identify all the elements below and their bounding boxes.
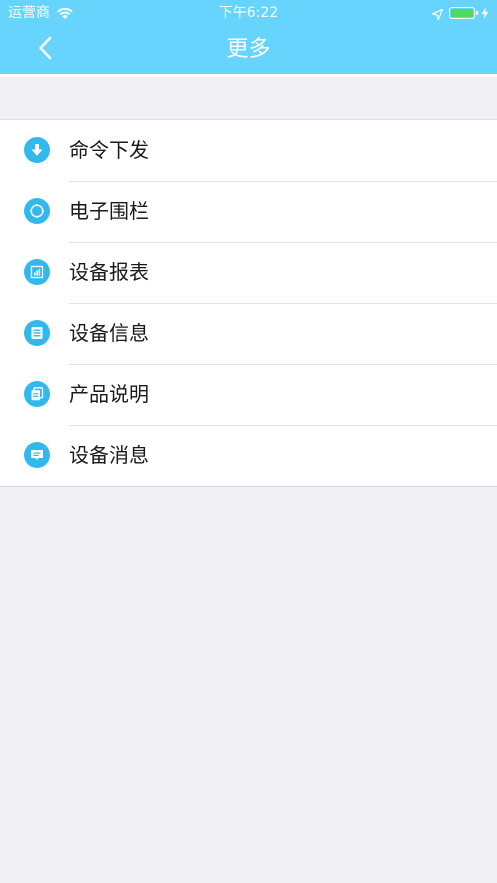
message-bubble-icon — [24, 442, 50, 468]
more-menu-list: 命令下发 电子围栏 设备报表 设备信息 产品说明 设备消息 — [0, 119, 497, 487]
status-time: 下午6:22 — [218, 5, 279, 21]
status-bar: 运营商 下午6:22 — [0, 0, 497, 26]
menu-item-geofence[interactable]: 电子围栏 — [0, 181, 497, 242]
menu-item-label: 设备消息 — [69, 443, 149, 467]
download-arrow-icon — [24, 137, 50, 163]
menu-item-product-manual[interactable]: 产品说明 — [0, 364, 497, 425]
menu-item-device-message[interactable]: 设备消息 — [0, 425, 497, 486]
menu-item-label: 电子围栏 — [69, 199, 149, 223]
menu-item-device-report[interactable]: 设备报表 — [0, 242, 497, 303]
menu-item-command[interactable]: 命令下发 — [0, 120, 497, 181]
menu-item-label: 设备报表 — [69, 260, 149, 284]
battery-level-fill — [451, 9, 473, 17]
menu-item-label: 产品说明 — [69, 382, 149, 406]
charging-bolt-icon — [481, 7, 489, 19]
fence-circle-icon — [24, 198, 50, 224]
navigation-bar: 更多 — [0, 26, 497, 74]
page-title: 更多 — [226, 37, 271, 62]
info-list-icon — [24, 320, 50, 346]
menu-item-label: 设备信息 — [69, 321, 149, 345]
battery-icon — [449, 7, 478, 19]
report-chart-icon — [24, 259, 50, 285]
menu-item-label: 命令下发 — [69, 138, 149, 162]
location-arrow-icon — [431, 8, 444, 20]
app-header: 运营商 下午6:22 更多 — [0, 0, 497, 77]
menu-item-device-info[interactable]: 设备信息 — [0, 303, 497, 364]
status-indicators — [431, 4, 489, 22]
manual-document-icon — [24, 381, 50, 407]
